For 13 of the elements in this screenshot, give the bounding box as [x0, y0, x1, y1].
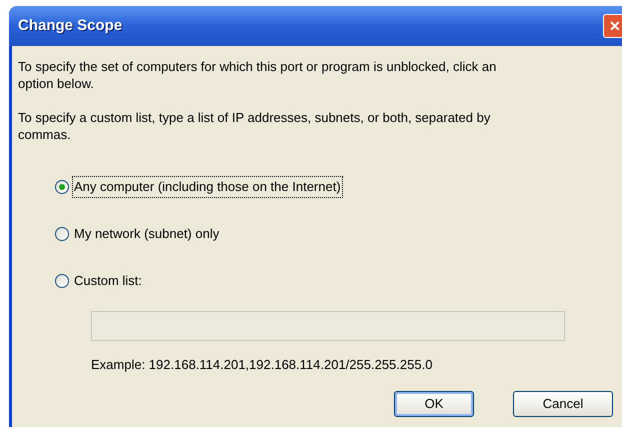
instruction-text: To specify a custom list, type a list of IP addresses, subnets, or both, separated by commas.: [18, 109, 492, 143]
option-label[interactable]: Custom list:: [73, 271, 143, 291]
option-label[interactable]: My network (subnet) only: [73, 224, 220, 244]
radio-button[interactable]: [55, 227, 69, 241]
example-text: Example: 192.168.114.201,192.168.114.201/255.255.255.0: [91, 356, 434, 374]
dialog-button[interactable]: OK: [394, 390, 474, 416]
window-title: Change Scope: [18, 16, 122, 36]
option-label[interactable]: Any computer (including those on the Internet): [73, 177, 342, 197]
radio-button[interactable]: [55, 180, 69, 194]
radio-button[interactable]: [55, 274, 69, 288]
dialog-button[interactable]: Cancel: [513, 390, 613, 416]
instruction-text: To specify the set of computers for which this port or program is unblocked, click an option below.: [18, 58, 498, 92]
close-button[interactable]: ✕: [603, 14, 622, 38]
